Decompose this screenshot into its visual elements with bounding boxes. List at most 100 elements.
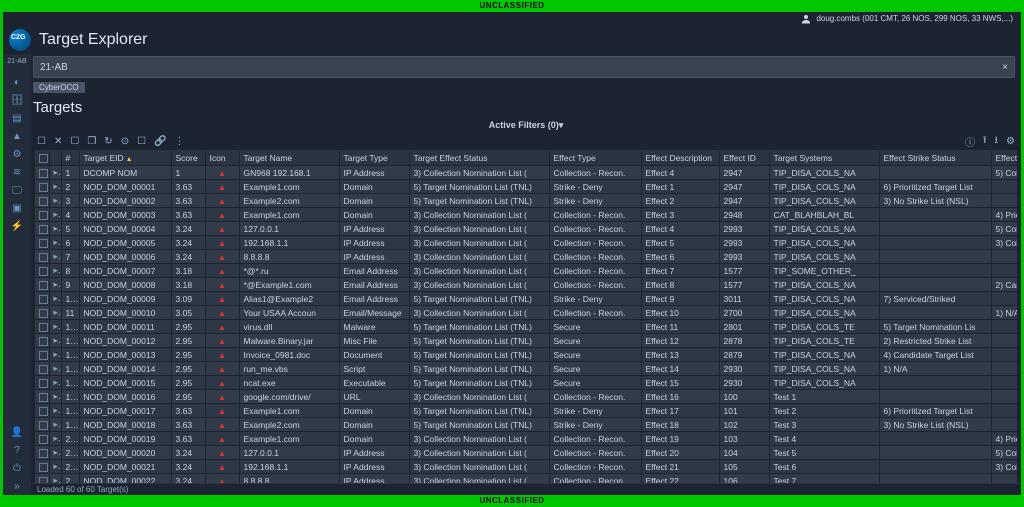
expand-icon[interactable]: ▸: [54, 447, 62, 457]
cell-cb[interactable]: [35, 418, 49, 432]
expand-icon[interactable]: ▸: [54, 279, 62, 289]
cell-exp[interactable]: ▸: [49, 348, 61, 362]
download-icon[interactable]: ⭳: [995, 133, 999, 150]
table-row[interactable]: ▸14NOD_DOM_000132.95▲Invoice_0981.docDoc…: [35, 348, 1017, 362]
expand-icon[interactable]: ▸: [54, 251, 62, 261]
row-checkbox[interactable]: [39, 281, 48, 290]
row-checkbox[interactable]: [39, 379, 48, 388]
expand-icon[interactable]: ▸: [54, 391, 62, 401]
cell-exp[interactable]: ▸: [49, 432, 61, 446]
cell-cb[interactable]: [35, 278, 49, 292]
cell-exp[interactable]: ▸: [49, 278, 61, 292]
table-row[interactable]: ▸22NOD_DOM_000213.24▲192.168.1.1IP Addre…: [35, 460, 1017, 474]
col-ess[interactable]: Effect Strike Status: [879, 151, 991, 166]
breadcrumb[interactable]: CyberOCO: [33, 82, 1021, 93]
expand-icon[interactable]: ▸: [54, 363, 62, 373]
row-checkbox[interactable]: [39, 351, 48, 360]
note-icon[interactable]: ▣: [8, 199, 26, 217]
col-ecs[interactable]: Effect Collection Status: [991, 151, 1017, 166]
expand-icon[interactable]: ▸: [54, 293, 62, 303]
triangle-icon[interactable]: ▲: [8, 127, 26, 145]
expand-icon[interactable]: ▸: [54, 335, 62, 345]
row-checkbox[interactable]: [39, 295, 48, 304]
table-row[interactable]: ▸8NOD_DOM_000073.18▲*@*.ruEmail Address3…: [35, 264, 1017, 278]
table-row[interactable]: ▸6NOD_DOM_000053.24▲192.168.1.1IP Addres…: [35, 236, 1017, 250]
cell-cb[interactable]: [35, 432, 49, 446]
table-row[interactable]: ▸9NOD_DOM_000083.18▲*@Example1.comEmail …: [35, 278, 1017, 292]
expand-icon[interactable]: ▸: [54, 223, 62, 233]
gear-icon[interactable]: ⚙: [1006, 133, 1015, 150]
row-checkbox[interactable]: [39, 407, 48, 416]
cell-cb[interactable]: [35, 362, 49, 376]
table-row[interactable]: ▸12NOD_DOM_000112.95▲virus.dllMalware5) …: [35, 320, 1017, 334]
table-row[interactable]: ▸21NOD_DOM_000203.24▲127.0.0.1IP Address…: [35, 446, 1017, 460]
cell-exp[interactable]: ▸: [49, 306, 61, 320]
table-row[interactable]: ▸18NOD_DOM_000173.63▲Example1.comDomain5…: [35, 404, 1017, 418]
table-row[interactable]: ▸7NOD_DOM_000063.24▲8.8.8.8IP Address3) …: [35, 250, 1017, 264]
row-checkbox[interactable]: [39, 323, 48, 332]
cell-exp[interactable]: ▸: [49, 292, 61, 306]
expand-icon[interactable]: ▸: [54, 307, 62, 317]
cell-cb[interactable]: [35, 348, 49, 362]
more-icon[interactable]: ⋮: [175, 136, 185, 147]
table-row[interactable]: ▸4NOD_DOM_000033.63▲Example1.comDomain3)…: [35, 208, 1017, 222]
duplicate-icon[interactable]: ❐: [87, 136, 96, 147]
col-exp[interactable]: [49, 151, 61, 166]
bullet-icon[interactable]: ⊙: [121, 136, 129, 147]
row-checkbox[interactable]: [39, 365, 48, 374]
col-type[interactable]: Target Type: [339, 151, 409, 166]
row-checkbox[interactable]: [39, 197, 48, 206]
cell-exp[interactable]: ▸: [49, 180, 61, 194]
row-checkbox[interactable]: [39, 435, 48, 444]
cell-exp[interactable]: ▸: [49, 222, 61, 236]
gears-icon[interactable]: ⚙: [8, 145, 26, 163]
link-icon[interactable]: 🔗: [154, 136, 166, 147]
col-tes[interactable]: Target Effect Status: [409, 151, 549, 166]
expand-icon[interactable]: ▸: [54, 167, 62, 177]
row-checkbox[interactable]: [39, 211, 48, 220]
breadcrumb-item[interactable]: CyberOCO: [33, 82, 85, 93]
cell-exp[interactable]: ▸: [49, 250, 61, 264]
table-row[interactable]: ▸16NOD_DOM_000152.95▲ncat.exeExecutable5…: [35, 376, 1017, 390]
upload-icon[interactable]: ⭱: [983, 133, 987, 150]
cell-cb[interactable]: [35, 320, 49, 334]
col-cb[interactable]: ✓: [35, 151, 49, 166]
cell-cb[interactable]: [35, 250, 49, 264]
expand-icon[interactable]: ▸: [54, 237, 62, 247]
cell-exp[interactable]: ▸: [49, 474, 61, 483]
table-row[interactable]: ▸10NOD_DOM_000093.09▲Alias1@Example2Emai…: [35, 292, 1017, 306]
expand-icon[interactable]: ▸: [54, 195, 62, 205]
table-row[interactable]: ▸13NOD_DOM_000122.95▲Malware.Binary.jarM…: [35, 334, 1017, 348]
row-checkbox[interactable]: [39, 183, 48, 192]
row-checkbox[interactable]: [39, 309, 48, 318]
col-eid[interactable]: Target EID: [79, 151, 171, 166]
col-et[interactable]: Effect Type: [549, 151, 641, 166]
cell-cb[interactable]: [35, 306, 49, 320]
search-field[interactable]: 21-AB ×: [33, 56, 1015, 78]
cell-exp[interactable]: ▸: [49, 334, 61, 348]
table-row[interactable]: ▸2NOD_DOM_000013.63▲Example1.comDomain5)…: [35, 180, 1017, 194]
table-row[interactable]: ▸19NOD_DOM_000183.63▲Example2.comDomain5…: [35, 418, 1017, 432]
table-row[interactable]: ▸15NOD_DOM_000142.95▲run_me.vbsScript5) …: [35, 362, 1017, 376]
cell-exp[interactable]: ▸: [49, 460, 61, 474]
cell-cb[interactable]: [35, 194, 49, 208]
cell-cb[interactable]: [35, 180, 49, 194]
expand-icon[interactable]: ▸: [54, 265, 62, 275]
table-row[interactable]: ▸17NOD_DOM_000162.95▲google.com/drive/UR…: [35, 390, 1017, 404]
refresh-icon[interactable]: ↻: [104, 136, 112, 147]
cell-exp[interactable]: ▸: [49, 208, 61, 222]
cell-exp[interactable]: ▸: [49, 418, 61, 432]
row-checkbox[interactable]: [39, 267, 48, 276]
checkbox-all[interactable]: ☐: [37, 136, 46, 147]
cell-cb[interactable]: [35, 404, 49, 418]
col-name[interactable]: Target Name: [239, 151, 339, 166]
row-checkbox[interactable]: [39, 421, 48, 430]
info-icon[interactable]: ⓘ: [965, 133, 975, 150]
row-checkbox[interactable]: [39, 463, 48, 472]
cell-exp[interactable]: ▸: [49, 320, 61, 334]
expand-icon[interactable]: ▸: [54, 433, 62, 443]
search-clear[interactable]: ×: [1002, 62, 1008, 73]
power-icon[interactable]: ⏻: [8, 459, 26, 477]
expand-icon[interactable]: ▸: [54, 377, 62, 387]
x-icon[interactable]: ✕: [54, 136, 62, 147]
